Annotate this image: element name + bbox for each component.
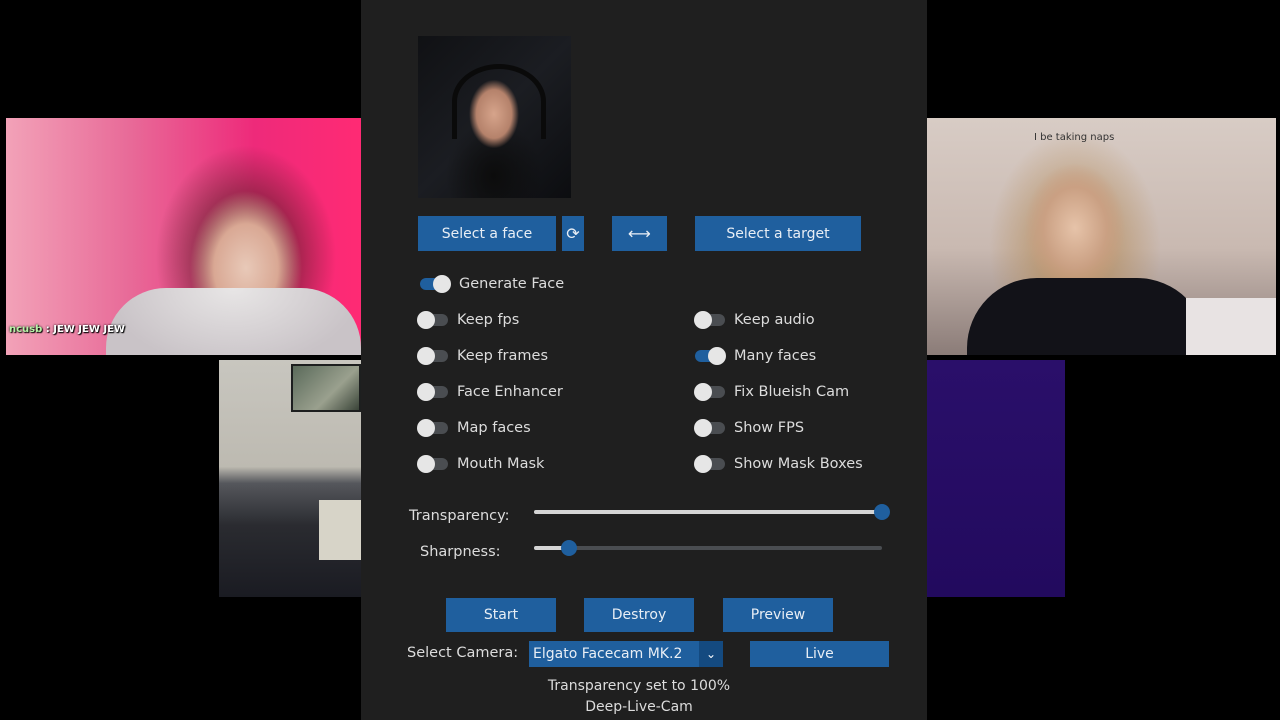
sweater-shape — [106, 288, 361, 355]
toggle-label: Show Mask Boxes — [734, 456, 863, 472]
camera-dropdown[interactable]: Elgato Facecam MK.2 ⌄ — [529, 641, 723, 667]
select-face-button[interactable]: Select a face — [418, 216, 556, 251]
toggle-label: Many faces — [734, 348, 817, 364]
status-text: Transparency set to 100% — [547, 678, 731, 694]
switch-knob — [417, 455, 435, 473]
wall-picture — [291, 364, 361, 412]
switch-control[interactable] — [420, 275, 451, 293]
switch-knob — [417, 311, 435, 329]
toggle-mouth-mask[interactable]: Mouth Mask — [417, 454, 545, 474]
refresh-icon[interactable]: ⟳ — [562, 216, 584, 251]
chat-overlay: ncusb : JEW JEW JEW — [9, 324, 125, 335]
switch-control[interactable] — [694, 455, 725, 473]
switch-knob — [708, 347, 726, 365]
switch-control[interactable] — [417, 347, 448, 365]
chat-username: ncusb — [9, 324, 43, 335]
headset-shape — [452, 64, 546, 139]
sharpness-label: Sharpness: — [420, 544, 501, 560]
toggle-label: Map faces — [457, 420, 531, 436]
video-tile-left-bottom — [219, 360, 361, 597]
video-tile-left-top: ncusb : JEW JEW JEW — [6, 118, 361, 355]
toggle-label: Keep fps — [457, 312, 520, 328]
toggle-face-enhancer[interactable]: Face Enhancer — [417, 382, 563, 402]
toggle-keep-fps[interactable]: Keep fps — [417, 310, 520, 330]
source-face-preview — [418, 36, 571, 198]
transparency-label: Transparency: — [409, 508, 510, 524]
toggle-keep-audio[interactable]: Keep audio — [694, 310, 815, 330]
toggle-fix-blueish-cam[interactable]: Fix Blueish Cam — [694, 382, 850, 402]
transparency-slider[interactable] — [534, 504, 890, 520]
toggle-map-faces[interactable]: Map faces — [417, 418, 531, 438]
pillow-shape — [1186, 298, 1276, 355]
swap-arrows-icon[interactable]: ⟷ — [612, 216, 667, 251]
switch-knob — [417, 347, 435, 365]
switch-knob — [694, 311, 712, 329]
switch-control[interactable] — [417, 383, 448, 401]
slider-fill — [534, 510, 882, 514]
deep-live-cam-window: Select a face ⟳ ⟷ Select a target Genera… — [361, 0, 927, 720]
sharpness-slider[interactable] — [534, 540, 882, 556]
toggle-label: Fix Blueish Cam — [734, 384, 850, 400]
toggle-many-faces[interactable]: Many faces — [695, 346, 816, 366]
switch-knob — [417, 383, 435, 401]
switch-control[interactable] — [417, 311, 448, 329]
toggle-label: Mouth Mask — [457, 456, 545, 472]
slider-handle[interactable] — [560, 540, 577, 556]
switch-control[interactable] — [694, 311, 725, 329]
switch-control[interactable] — [695, 347, 726, 365]
start-button[interactable]: Start — [446, 598, 556, 632]
switch-control[interactable] — [694, 383, 725, 401]
toggle-label: Keep audio — [734, 312, 815, 328]
camera-dropdown-value: Elgato Facecam MK.2 — [533, 646, 683, 662]
video-tile-right-bottom — [927, 360, 1065, 597]
toggle-show-mask-boxes[interactable]: Show Mask Boxes — [694, 454, 863, 474]
toggle-label: Show FPS — [734, 420, 805, 436]
toggle-show-fps[interactable]: Show FPS — [694, 418, 805, 438]
switch-knob — [417, 419, 435, 437]
wall-poster-text: I be taking naps — [1034, 132, 1115, 143]
switch-knob — [694, 419, 712, 437]
toggle-keep-frames[interactable]: Keep frames — [417, 346, 548, 366]
switch-control[interactable] — [694, 419, 725, 437]
slider-handle[interactable] — [874, 504, 890, 520]
switch-control[interactable] — [417, 419, 448, 437]
select-camera-label: Select Camera: — [407, 645, 519, 661]
chevron-down-icon[interactable]: ⌄ — [699, 641, 723, 667]
toggle-generate-face[interactable]: Generate Face — [420, 274, 564, 294]
video-tile-right-top: I be taking naps — [927, 118, 1276, 355]
switch-knob — [694, 455, 712, 473]
toggle-label: Face Enhancer — [457, 384, 563, 400]
destroy-button[interactable]: Destroy — [584, 598, 694, 632]
switch-knob — [694, 383, 712, 401]
select-target-button[interactable]: Select a target — [695, 216, 861, 251]
switch-knob — [433, 275, 451, 293]
live-button[interactable]: Live — [750, 641, 889, 667]
toggle-label: Keep frames — [457, 348, 548, 364]
shirt-shape — [967, 278, 1207, 355]
app-title: Deep-Live-Cam — [585, 699, 693, 715]
screen: ncusb : JEW JEW JEW I be taking naps Sel… — [0, 0, 1280, 720]
switch-control[interactable] — [417, 455, 448, 473]
toggle-label: Generate Face — [459, 276, 565, 292]
preview-button[interactable]: Preview — [723, 598, 833, 632]
chat-message: : JEW JEW JEW — [42, 324, 125, 335]
chair-shape — [319, 500, 361, 560]
